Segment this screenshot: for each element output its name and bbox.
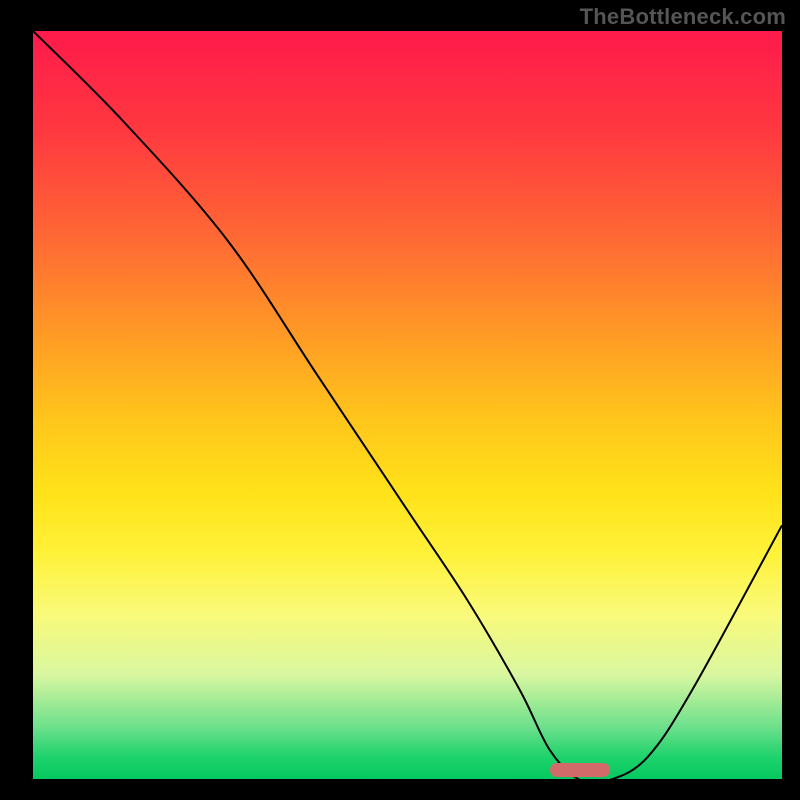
chart-plot-area [33,31,782,779]
line-series [33,31,782,780]
optimal-range-marker [550,763,610,777]
branding-text: TheBottleneck.com [580,4,786,30]
chart-curve [33,31,782,780]
